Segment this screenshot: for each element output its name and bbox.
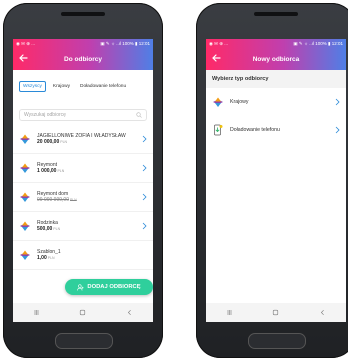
chevron-right-icon: [142, 164, 147, 172]
add-recipient-button[interactable]: DODAJ ODBIORCĘ: [65, 279, 153, 295]
transfer-icon: [213, 97, 223, 107]
status-right: ▣ ✎ ☼ ..ıl 100% ▮ 12:01: [100, 40, 150, 46]
transfer-icon: [20, 134, 30, 144]
chevron-right-icon: [335, 126, 340, 134]
recipient-type-label: Doładowanie telefonu: [230, 127, 280, 133]
screen-new-recipient: ◉ ✉ ⊕ ... ▣ ✎ ☼ ..ıl 100% ▮ 12:01 Nowy o…: [206, 39, 346, 322]
chevron-right-icon: [142, 222, 147, 230]
status-left: ◉ ✉ ⊕ ...: [209, 40, 228, 46]
page-title: Do odbiorcy: [64, 55, 102, 63]
chevron-right-icon: [335, 98, 340, 106]
list-item[interactable]: Rodzinka 500,00PLN: [13, 212, 153, 241]
recipient-type-doladowanie[interactable]: Doładowanie telefonu: [206, 116, 346, 144]
transfer-icon: [20, 221, 30, 231]
system-nav-bar: [13, 303, 153, 322]
search-icon: [136, 112, 142, 118]
screen-recipients: ◉ ✉ ⊕ ... ▣ ✎ ☼ ..ıl 100% ▮ 12:01 Do odb…: [13, 39, 153, 322]
app-bar: Nowy odbiorca: [206, 48, 346, 70]
recipient-type-krajowy[interactable]: Krajowy: [206, 88, 346, 116]
speaker: [61, 12, 105, 16]
back-icon[interactable]: [319, 309, 326, 316]
page-title: Nowy odbiorca: [252, 55, 300, 63]
back-arrow-icon[interactable]: [17, 52, 29, 64]
list-item[interactable]: Szablon_1 1,00PLN: [13, 241, 153, 270]
speaker: [254, 12, 298, 16]
status-left: ◉ ✉ ⊕ ...: [16, 40, 35, 46]
recipient-list: JAGIELLONIWE ZOFIA I WŁADYSŁAW 20 000,00…: [13, 125, 153, 270]
status-bar: ◉ ✉ ⊕ ... ▣ ✎ ☼ ..ıl 100% ▮ 12:01: [13, 39, 153, 48]
home-icon[interactable]: [272, 309, 279, 316]
add-recipient-label: DODAJ ODBIORCĘ: [87, 284, 141, 290]
back-arrow-icon[interactable]: [210, 52, 222, 64]
phone-right: ◉ ✉ ⊕ ... ▣ ✎ ☼ ..ıl 100% ▮ 12:01 Nowy o…: [196, 3, 348, 358]
tab-wszyscy[interactable]: Wszyscy: [19, 80, 46, 92]
hardware-home-button[interactable]: [55, 333, 113, 349]
tab-krajowy[interactable]: Krajowy: [50, 82, 73, 91]
recipient-type-label: Krajowy: [230, 99, 249, 105]
search-placeholder: Wyszukaj odbiorcę: [24, 112, 66, 118]
transfer-icon: [20, 163, 30, 173]
chevron-right-icon: [142, 135, 147, 143]
recipient-amount: 1,00PLN: [37, 255, 55, 261]
phone-left: ◉ ✉ ⊕ ... ▣ ✎ ☼ ..ıl 100% ▮ 12:01 Do odb…: [3, 3, 163, 358]
list-item[interactable]: Reymont dom 99 999 999,00PLN: [13, 183, 153, 212]
recipient-amount: 99 999 999,00PLN: [37, 197, 77, 203]
home-icon[interactable]: [79, 309, 86, 316]
recent-apps-icon[interactable]: [33, 309, 40, 316]
add-user-icon: [77, 283, 84, 290]
list-item[interactable]: JAGIELLONIWE ZOFIA I WŁADYSŁAW 20 000,00…: [13, 125, 153, 154]
hardware-home-button[interactable]: [248, 333, 306, 349]
status-right: ▣ ✎ ☼ ..ıl 100% ▮ 12:01: [293, 40, 343, 46]
search-input[interactable]: Wyszukaj odbiorcę: [19, 109, 147, 121]
recipient-amount: 20 000,00PLN: [37, 139, 68, 145]
section-title: Wybierz typ odbiorcy: [206, 70, 346, 88]
chevron-right-icon: [142, 193, 147, 201]
tab-doladowanie[interactable]: Doładowanie telefonu: [77, 82, 129, 91]
transfer-icon: [20, 250, 30, 260]
recent-apps-icon[interactable]: [226, 309, 233, 316]
phone-topup-icon: [214, 124, 223, 136]
filter-tabs: Wszyscy Krajowy Doładowanie telefonu: [13, 70, 153, 93]
transfer-icon: [20, 192, 30, 202]
list-item[interactable]: Reymont 1 000,00PLN: [13, 154, 153, 183]
status-bar: ◉ ✉ ⊕ ... ▣ ✎ ☼ ..ıl 100% ▮ 12:01: [206, 39, 346, 48]
system-nav-bar: [206, 303, 346, 322]
recipient-amount: 500,00PLN: [37, 226, 61, 232]
back-icon[interactable]: [126, 309, 133, 316]
app-bar: Do odbiorcy: [13, 48, 153, 70]
recipient-amount: 1 000,00PLN: [37, 168, 65, 174]
